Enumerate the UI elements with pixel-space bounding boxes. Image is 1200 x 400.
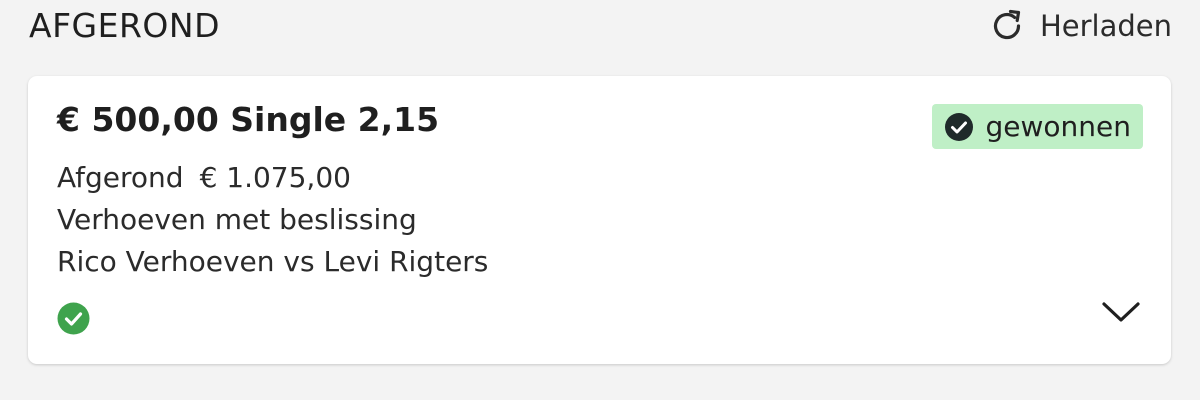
status-badge: gewonnen bbox=[931, 104, 1143, 149]
settlement-line: Afgerond € 1.075,00 bbox=[57, 160, 351, 196]
bet-title: € 500,00 Single 2,15 bbox=[57, 100, 440, 139]
bet-card[interactable]: € 500,00 Single 2,15 gewonnen Afgerond € … bbox=[28, 76, 1171, 364]
refresh-icon bbox=[988, 7, 1026, 45]
chevron-down-icon bbox=[1101, 300, 1141, 328]
reload-button[interactable]: Herladen bbox=[988, 6, 1172, 46]
settled-bets-page: AFGEROND Herladen € 500,00 Single 2,15 g… bbox=[0, 0, 1200, 400]
section-title: AFGEROND bbox=[29, 6, 220, 45]
expand-button[interactable] bbox=[1099, 294, 1143, 334]
green-check-circle-icon bbox=[57, 302, 90, 335]
reload-label: Herladen bbox=[1039, 9, 1172, 43]
selection-text: Verhoeven met beslissing bbox=[57, 203, 417, 236]
settled-label: Afgerond bbox=[57, 161, 184, 194]
check-circle-icon bbox=[944, 112, 974, 142]
status-label: gewonnen bbox=[985, 109, 1132, 143]
event-name: Rico Verhoeven vs Levi Rigters bbox=[57, 245, 489, 278]
payout-amount: € 1.075,00 bbox=[199, 161, 351, 194]
